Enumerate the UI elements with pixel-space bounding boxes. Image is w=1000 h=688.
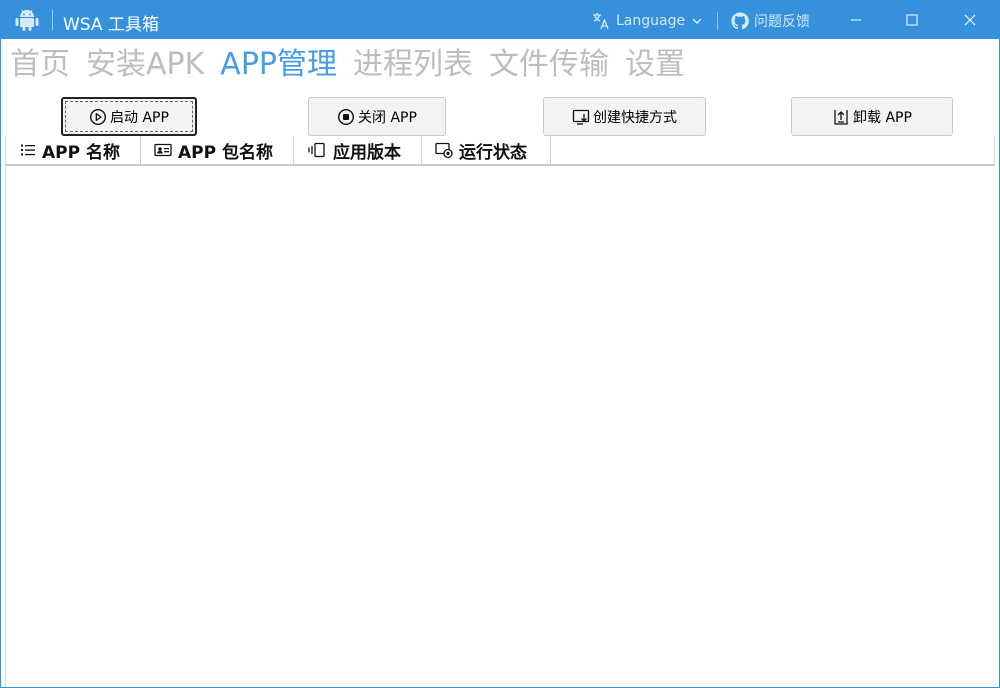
translate-icon xyxy=(593,13,609,30)
maximize-icon xyxy=(906,14,918,26)
tab-app-management[interactable]: APP管理 xyxy=(220,45,337,85)
play-circle-icon xyxy=(89,108,107,126)
column-header-app-version[interactable]: 应用版本 xyxy=(294,136,422,164)
window-title: WSA 工具箱 xyxy=(63,15,159,35)
list-icon xyxy=(21,144,35,156)
start-app-button[interactable]: 启动 APP xyxy=(61,97,197,136)
tab-home[interactable]: 首页 xyxy=(10,45,70,85)
table-left-border xyxy=(5,136,6,687)
start-app-label: 启动 APP xyxy=(110,109,169,126)
column-header-package-name[interactable]: APP 包名称 xyxy=(141,136,294,164)
feedback-label: 问题反馈 xyxy=(754,14,810,30)
uninstall-app-button[interactable]: 卸载 APP xyxy=(791,97,953,136)
column-header-run-status[interactable]: 运行状态 xyxy=(422,136,551,164)
tab-install-apk[interactable]: 安装APK xyxy=(86,45,204,85)
android-icon xyxy=(15,9,39,31)
main-window: WSA 工具箱 Language 问题反馈 首页 安装APK APP管理 进程列… xyxy=(0,0,1000,688)
close-icon xyxy=(964,14,976,26)
create-shortcut-label: 创建快捷方式 xyxy=(593,109,677,126)
feedback-link[interactable]: 问题反馈 xyxy=(730,9,810,33)
column-label-package-name: APP 包名称 xyxy=(178,142,273,163)
close-button[interactable] xyxy=(946,1,994,39)
id-card-icon xyxy=(154,143,172,157)
column-label-app-name: APP 名称 xyxy=(42,142,120,163)
shortcut-icon xyxy=(572,108,590,126)
github-icon xyxy=(731,12,749,30)
uninstall-icon xyxy=(832,108,850,126)
minimize-icon xyxy=(851,19,861,21)
maximize-button[interactable] xyxy=(888,1,936,39)
column-label-app-version: 应用版本 xyxy=(333,142,401,163)
version-icon xyxy=(308,142,325,158)
stop-app-label: 关闭 APP xyxy=(358,109,417,126)
title-bar[interactable]: WSA 工具箱 Language 问题反馈 xyxy=(1,1,999,39)
stop-app-button[interactable]: 关闭 APP xyxy=(308,97,446,136)
language-selector[interactable]: Language xyxy=(591,9,704,33)
table-right-border xyxy=(994,136,995,166)
tab-process-list[interactable]: 进程列表 xyxy=(353,45,473,85)
tab-file-transfer[interactable]: 文件传输 xyxy=(489,45,609,85)
table-header-divider xyxy=(5,164,995,166)
chevron-down-icon xyxy=(692,18,702,24)
tab-settings[interactable]: 设置 xyxy=(625,45,685,85)
column-header-app-name[interactable]: APP 名称 xyxy=(6,136,141,164)
title-divider xyxy=(52,10,53,30)
create-shortcut-button[interactable]: 创建快捷方式 xyxy=(543,97,706,136)
toolbar-divider xyxy=(717,12,718,30)
column-label-run-status: 运行状态 xyxy=(459,142,527,163)
stop-circle-icon xyxy=(337,108,355,126)
minimize-button[interactable] xyxy=(832,1,880,39)
status-icon xyxy=(435,142,453,158)
uninstall-app-label: 卸载 APP xyxy=(853,109,912,126)
language-label: Language xyxy=(616,13,686,29)
main-tabs: 首页 安装APK APP管理 进程列表 文件传输 设置 xyxy=(10,45,685,85)
